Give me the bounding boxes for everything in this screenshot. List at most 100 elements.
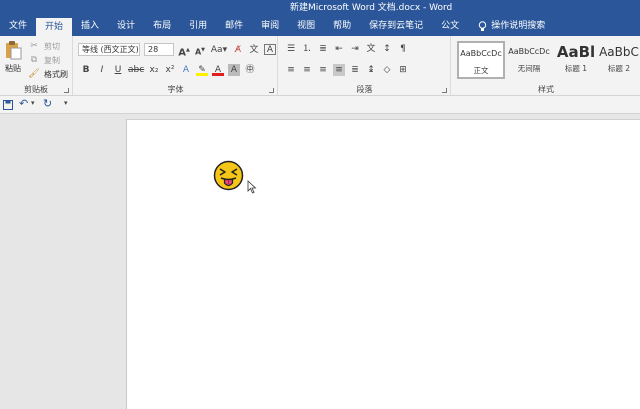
cut-button[interactable]: ✂ 剪切 — [28, 40, 60, 52]
enclose-characters-icon[interactable]: ㊥ — [244, 64, 256, 76]
cut-label: 剪切 — [44, 41, 60, 51]
justify-icon[interactable]: ≡ — [333, 64, 345, 76]
format-painter-label: 格式刷 — [44, 69, 68, 79]
numbering-icon[interactable]: ⒈ — [301, 43, 313, 55]
paste-icon — [6, 41, 22, 60]
tab-home[interactable]: 开始 — [36, 18, 73, 36]
style-heading-1[interactable]: AaBl 标题 1 — [552, 41, 600, 79]
tab-review[interactable]: 审阅 — [252, 16, 288, 36]
paste-button[interactable]: 粘贴 — [3, 40, 23, 78]
shading-icon[interactable]: ◇ — [381, 64, 393, 76]
styles-group: AaBbCcDc 正文 AaBbCcDc 无间隔 AaBl 标题 1 AaBbC… — [452, 36, 640, 95]
subscript-icon[interactable]: x₂ — [148, 64, 160, 76]
paintbrush-icon: 🖌 — [28, 69, 40, 79]
font-group: 等线 (西文正文) 28 A▲ A▼ Aa▾ A̸ 文 A B I U abc … — [74, 36, 278, 95]
copy-button[interactable]: ⧉ 复制 — [28, 54, 60, 66]
tab-design[interactable]: 设计 — [108, 16, 144, 36]
paragraph-launcher-icon[interactable] — [442, 88, 447, 93]
font-launcher-icon[interactable] — [269, 88, 274, 93]
title-bar: 新建Microsoft Word 文档.docx - Word — [0, 0, 640, 16]
change-case-icon[interactable]: Aa▾ — [210, 44, 228, 56]
multilevel-list-icon[interactable]: ≣ — [317, 43, 329, 55]
clipboard-group-label: 剪贴板 — [24, 85, 48, 94]
line-spacing-icon[interactable]: ↨ — [365, 64, 377, 76]
tab-view[interactable]: 视图 — [288, 16, 324, 36]
paragraph-group-label: 段落 — [356, 85, 373, 94]
style-heading-2-name: 标题 2 — [607, 64, 631, 73]
font-name-combo[interactable]: 等线 (西文正文) — [78, 43, 140, 56]
distributed-icon[interactable]: ≣ — [349, 64, 361, 76]
font-size-combo[interactable]: 28 — [144, 43, 174, 56]
tell-me-label: 操作说明搜索 — [491, 21, 546, 31]
window-title: 新建Microsoft Word 文档.docx - Word — [290, 3, 453, 13]
sort-icon[interactable]: ↕ — [381, 43, 393, 55]
style-no-spacing-name: 无间隔 — [517, 64, 541, 73]
tab-mailings[interactable]: 邮件 — [216, 16, 252, 36]
underline-icon[interactable]: U — [112, 64, 124, 76]
undo-dropdown-icon[interactable]: ▾ — [31, 99, 35, 107]
document-page[interactable] — [126, 119, 640, 409]
style-normal-preview: AaBbCcDc — [460, 49, 502, 58]
tab-layout[interactable]: 布局 — [144, 16, 180, 36]
show-marks-icon[interactable]: ¶ — [397, 43, 409, 55]
customize-qat-icon[interactable]: ▾ — [64, 99, 68, 107]
tab-file[interactable]: 文件 — [0, 16, 36, 36]
mouse-pointer-icon — [247, 180, 257, 194]
borders-icon[interactable]: ⊞ — [397, 64, 409, 76]
tab-save-to-cloud-notes[interactable]: 保存到云笔记 — [360, 16, 432, 36]
copy-icon: ⧉ — [30, 55, 38, 65]
document-area — [0, 115, 640, 409]
font-color-icon[interactable]: A — [212, 64, 224, 76]
redo-icon[interactable]: ↻ — [43, 97, 52, 110]
quick-access-toolbar: ↶ ▾ ↻ ▾ — [0, 96, 640, 114]
superscript-icon[interactable]: x² — [164, 64, 176, 76]
tab-references[interactable]: 引用 — [180, 16, 216, 36]
style-heading-2[interactable]: AaBbC 标题 2 — [598, 41, 640, 79]
clipboard-launcher-icon[interactable] — [64, 88, 69, 93]
lightbulb-icon — [478, 20, 487, 31]
character-shading-icon[interactable]: A — [228, 64, 240, 76]
align-left-icon[interactable]: ≡ — [285, 64, 297, 76]
bold-icon[interactable]: B — [80, 64, 92, 76]
italic-icon[interactable]: I — [96, 64, 108, 76]
chinese-layout-icon[interactable]: 文 — [365, 43, 377, 55]
clipboard-group: 粘贴 ✂ 剪切 ⧉ 复制 🖌 格式刷 剪贴板 — [0, 36, 73, 95]
shrink-font-icon[interactable]: A▼ — [194, 44, 206, 57]
phonetic-guide-icon[interactable]: 文 — [248, 44, 260, 56]
ribbon: 粘贴 ✂ 剪切 ⧉ 复制 🖌 格式刷 剪贴板 等线 (西文正文) 28 A▲ A… — [0, 36, 640, 96]
scissors-icon: ✂ — [30, 41, 38, 51]
squinting-face-with-tongue-icon[interactable] — [213, 160, 244, 191]
style-heading-2-preview: AaBbC — [599, 45, 639, 59]
ribbon-tabs: 文件 开始 插入 设计 布局 引用 邮件 审阅 视图 帮助 保存到云笔记 公文 … — [0, 16, 640, 36]
character-border-icon[interactable]: A — [264, 44, 276, 55]
tab-official-document[interactable]: 公文 — [432, 16, 468, 36]
styles-group-label: 样式 — [538, 85, 554, 94]
paste-label: 粘贴 — [5, 64, 21, 73]
highlight-icon[interactable]: ✎ — [196, 64, 208, 76]
align-right-icon[interactable]: ≡ — [317, 64, 329, 76]
decrease-indent-icon[interactable]: ⇤ — [333, 43, 345, 55]
style-normal[interactable]: AaBbCcDc 正文 — [457, 41, 505, 79]
style-normal-name: 正文 — [473, 66, 489, 75]
increase-indent-icon[interactable]: ⇥ — [349, 43, 361, 55]
style-no-spacing-preview: AaBbCcDc — [508, 47, 550, 56]
save-icon[interactable] — [3, 100, 13, 110]
format-painter-button[interactable]: 🖌 格式刷 — [28, 68, 68, 80]
style-heading-1-name: 标题 1 — [564, 64, 588, 73]
align-center-icon[interactable]: ≡ — [301, 64, 313, 76]
font-group-label: 字体 — [167, 85, 184, 94]
font-size-value: 28 — [148, 45, 159, 54]
tab-help[interactable]: 帮助 — [324, 16, 360, 36]
tell-me-search[interactable]: 操作说明搜索 — [468, 16, 554, 36]
style-no-spacing[interactable]: AaBbCcDc 无间隔 — [505, 41, 553, 79]
bullets-icon[interactable]: ☰ — [285, 43, 297, 55]
grow-font-icon[interactable]: A▲ — [178, 44, 190, 58]
tab-insert[interactable]: 插入 — [72, 16, 108, 36]
paragraph-group: ☰ ⒈ ≣ ⇤ ⇥ 文 ↕ ¶ ≡ ≡ ≡ ≡ ≣ ↨ ◇ ⊞ 段落 — [279, 36, 451, 95]
style-heading-1-preview: AaBl — [556, 43, 596, 61]
undo-icon[interactable]: ↶ — [19, 97, 28, 110]
font-name-value: 等线 (西文正文) — [82, 45, 139, 54]
text-effects-icon[interactable]: A — [180, 64, 192, 76]
strikethrough-icon[interactable]: abc — [128, 64, 144, 76]
clear-formatting-icon[interactable]: A̸ — [232, 44, 244, 56]
